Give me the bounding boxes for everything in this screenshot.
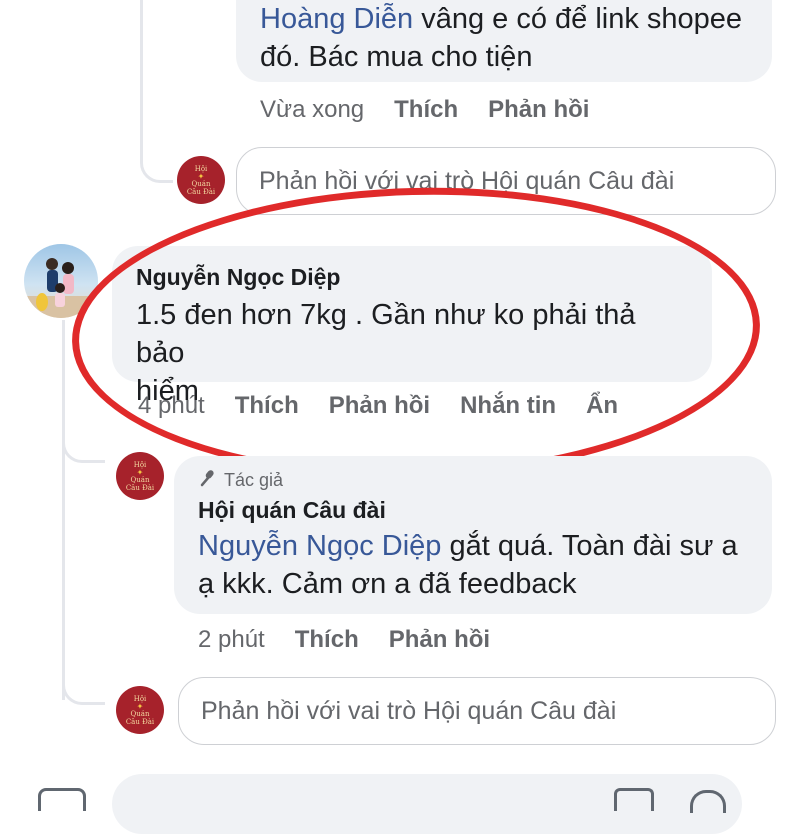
thread-line-curve-3	[62, 670, 105, 705]
like-button[interactable]: Thích	[295, 626, 359, 653]
thread-line-curve	[140, 150, 173, 183]
reply-input[interactable]: Phản hồi với vai trò Hội quán Câu đài	[178, 677, 776, 745]
message-button[interactable]: Nhắn tin	[460, 392, 556, 419]
avatar: Hội ✦ Quán Câu Đài	[177, 156, 225, 204]
like-button[interactable]: Thích	[394, 96, 458, 123]
fish-icon: ✦	[136, 467, 144, 477]
reply-button[interactable]: Phản hồi	[329, 392, 430, 419]
comment-bubble: Tác giả Hội quán Câu đài Nguyễn Ngọc Diệ…	[174, 456, 772, 614]
reply-input[interactable]: Phản hồi với vai trò Hội quán Câu đài	[236, 147, 776, 215]
hide-button[interactable]: Ẩn	[586, 392, 618, 419]
comment-actions: Vừa xong Thích Phản hồi	[260, 96, 619, 124]
family-photo-icon	[24, 258, 98, 318]
comment-author[interactable]: Hội quán Câu đài	[198, 495, 748, 525]
emoji-icon[interactable]	[690, 790, 726, 813]
comment-bubble: Hoàng Diễn vâng e có để link shopee đó. …	[236, 0, 772, 82]
mention-link[interactable]: Nguyễn Ngọc Diệp	[198, 530, 441, 562]
comment-bubble: Nguyễn Ngọc Diệp 1.5 đen hơn 7kg . Gần n…	[112, 246, 712, 407]
like-button[interactable]: Thích	[235, 392, 299, 419]
comment-actions: 2 phút Thích Phản hồi	[198, 626, 520, 654]
reply-button[interactable]: Phản hồi	[488, 96, 589, 123]
thread-line-curve-2	[62, 430, 105, 463]
composer-bar	[0, 760, 800, 834]
author-badge: Tác giả	[198, 468, 748, 493]
comment-timestamp: 4 phút	[138, 392, 205, 419]
thread-line-inner	[62, 320, 65, 700]
fish-icon: ✦	[197, 171, 205, 181]
avatar: Hội ✦ Quán Câu Đài	[116, 452, 164, 500]
comment-text: Hoàng Diễn vâng e có để link shopee đó. …	[260, 3, 743, 73]
avatar: Hội ✦ Quán Câu Đài	[116, 686, 164, 734]
comment-timestamp: 2 phút	[198, 626, 265, 653]
reply-button[interactable]: Phản hồi	[389, 626, 490, 653]
comment-actions: 4 phút Thích Phản hồi Nhắn tin Ẩn	[138, 392, 648, 420]
microphone-icon	[198, 468, 218, 493]
comment-text: Nguyễn Ngọc Diệp gắt quá. Toàn đài sư a …	[198, 530, 738, 600]
comment-timestamp: Vừa xong	[260, 96, 365, 123]
fish-icon: ✦	[136, 701, 144, 711]
avatar	[24, 244, 98, 318]
thread-line-outer	[140, 0, 143, 160]
mention-link[interactable]: Hoàng Diễn	[260, 3, 413, 35]
comment-author[interactable]: Nguyễn Ngọc Diệp	[136, 262, 688, 292]
